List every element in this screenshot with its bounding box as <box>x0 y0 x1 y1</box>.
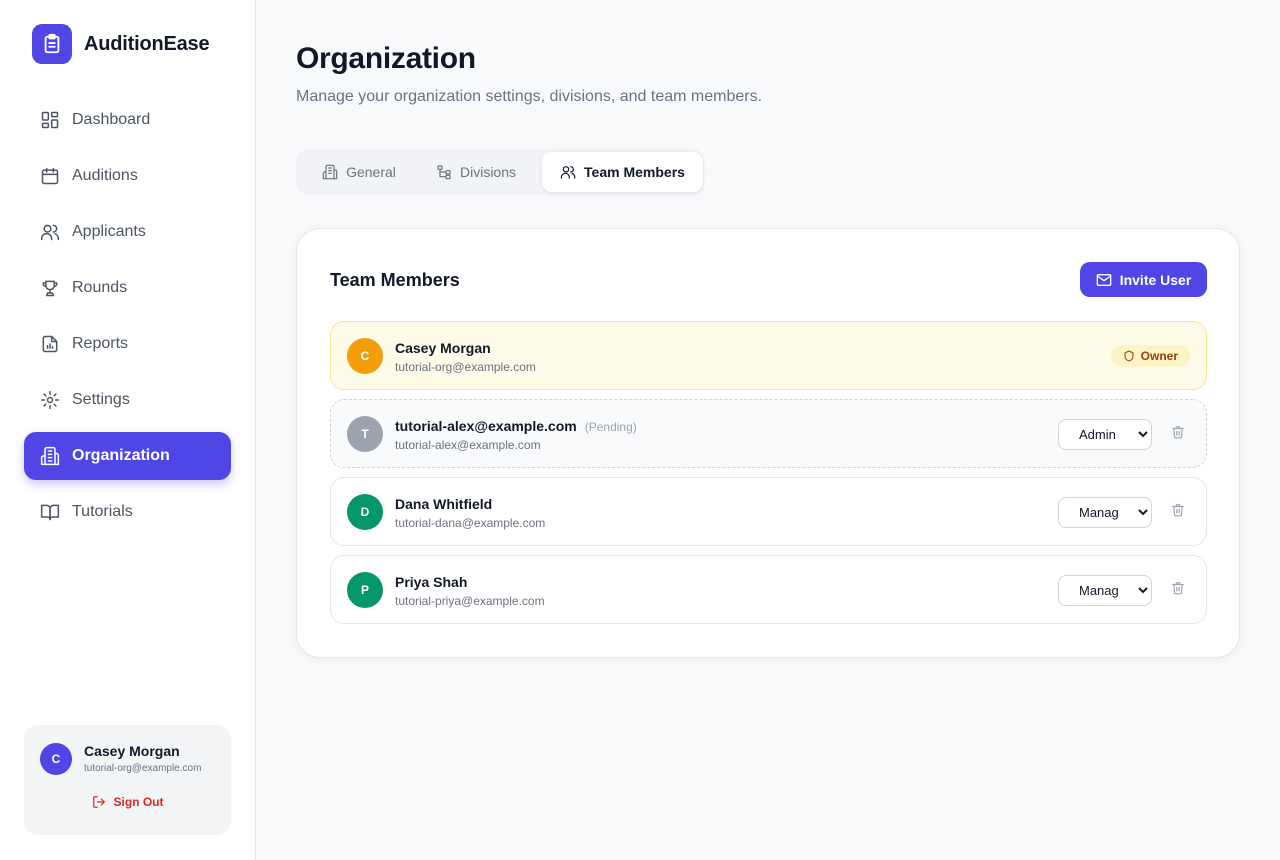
sidebar-item-settings[interactable]: Settings <box>24 376 231 424</box>
user-email: tutorial-org@example.com <box>84 763 202 774</box>
sidebar-item-reports[interactable]: Reports <box>24 320 231 368</box>
sidebar-item-label: Tutorials <box>72 503 133 520</box>
member-row: D Dana Whitfield tutorial-dana@example.c… <box>330 477 1207 546</box>
tab-team-members[interactable]: Team Members <box>542 152 703 192</box>
users-icon <box>40 222 60 242</box>
building-icon <box>40 446 60 466</box>
gear-icon <box>40 390 60 410</box>
role-select[interactable]: Admin Manager <box>1058 497 1152 528</box>
users-icon <box>560 164 576 180</box>
badge-label: Owner <box>1140 349 1178 363</box>
trash-icon <box>1171 581 1185 600</box>
member-name: Priya Shah <box>395 574 468 590</box>
role-select[interactable]: Admin Manager <box>1058 419 1152 450</box>
book-icon <box>40 502 60 522</box>
hierarchy-icon <box>436 164 452 180</box>
sidebar-item-label: Rounds <box>72 279 128 296</box>
logout-icon <box>92 795 106 809</box>
owner-badge: Owner <box>1110 345 1190 367</box>
sign-out-button[interactable]: Sign Out <box>24 795 231 809</box>
current-user-card: C Casey Morgan tutorial-org@example.com … <box>24 725 231 835</box>
sign-out-label: Sign Out <box>113 795 164 809</box>
member-email: tutorial-priya@example.com <box>395 594 545 608</box>
calendar-icon <box>40 166 60 186</box>
trash-icon <box>1171 425 1185 444</box>
member-email: tutorial-org@example.com <box>395 360 536 374</box>
sidebar-item-tutorials[interactable]: Tutorials <box>24 488 231 536</box>
delete-member-button[interactable] <box>1169 503 1187 521</box>
page-title: Organization <box>296 42 476 75</box>
tab-label: Team Members <box>584 164 685 180</box>
mail-icon <box>1096 272 1112 288</box>
avatar: C <box>347 338 383 374</box>
delete-member-button[interactable] <box>1169 581 1187 599</box>
report-icon <box>40 334 60 354</box>
card-title: Team Members <box>330 270 460 290</box>
trophy-icon <box>40 278 60 298</box>
member-row: T tutorial-alex@example.com (Pending) tut… <box>330 399 1207 468</box>
invite-user-label: Invite User <box>1119 271 1192 288</box>
avatar: P <box>347 572 383 608</box>
building-icon <box>322 164 338 180</box>
member-name: tutorial-alex@example.com <box>395 418 577 434</box>
clipboard-icon <box>32 24 72 64</box>
member-row: P Priya Shah tutorial-priya@example.com … <box>330 555 1207 624</box>
trash-icon <box>1171 503 1185 522</box>
avatar: D <box>347 494 383 530</box>
invite-user-button[interactable]: Invite User <box>1080 262 1207 297</box>
avatar: T <box>347 416 383 452</box>
member-name: Dana Whitfield <box>395 496 493 512</box>
sidebar: AuditionEase Dashboard Auditions Applica… <box>0 0 256 860</box>
sidebar-item-label: Applicants <box>72 223 146 240</box>
sidebar-item-organization[interactable]: Organization <box>24 432 231 480</box>
team-members-card: Team Members Invite User C Casey Morgan … <box>296 228 1240 658</box>
user-name: Casey Morgan <box>84 743 180 759</box>
tab-label: Divisions <box>459 164 516 180</box>
sidebar-item-rounds[interactable]: Rounds <box>24 264 231 312</box>
tab-general[interactable]: General <box>304 152 414 192</box>
sidebar-item-applicants[interactable]: Applicants <box>24 208 231 256</box>
delete-member-button[interactable] <box>1169 425 1187 443</box>
sidebar-nav: Dashboard Auditions Applicants Rounds Re… <box>24 96 231 544</box>
tab-label: General <box>346 164 396 180</box>
pending-label: (Pending) <box>584 420 637 434</box>
tab-bar: General Divisions Team Members <box>296 149 704 195</box>
sidebar-item-label: Settings <box>72 391 130 408</box>
sidebar-item-dashboard[interactable]: Dashboard <box>24 96 231 144</box>
shield-icon <box>1123 350 1135 362</box>
member-email: tutorial-dana@example.com <box>395 516 546 530</box>
role-select[interactable]: Admin Manager <box>1058 575 1152 606</box>
page-subtitle: Manage your organization settings, divis… <box>296 88 763 105</box>
grid-icon <box>40 110 60 130</box>
sidebar-item-auditions[interactable]: Auditions <box>24 152 231 200</box>
sidebar-item-label: Reports <box>72 335 129 352</box>
avatar: C <box>40 743 72 775</box>
member-email: tutorial-alex@example.com <box>395 438 541 452</box>
member-row: C Casey Morgan tutorial-org@example.com … <box>330 321 1207 390</box>
brand[interactable]: AuditionEase <box>32 24 210 64</box>
tab-divisions[interactable]: Divisions <box>420 152 532 192</box>
sidebar-item-label: Auditions <box>72 167 138 184</box>
member-name: Casey Morgan <box>395 340 491 356</box>
sidebar-item-label: Dashboard <box>72 111 151 128</box>
sidebar-item-label: Organization <box>72 447 170 464</box>
member-name-line: tutorial-alex@example.com (Pending) <box>395 418 637 434</box>
app-name: AuditionEase <box>84 32 210 55</box>
